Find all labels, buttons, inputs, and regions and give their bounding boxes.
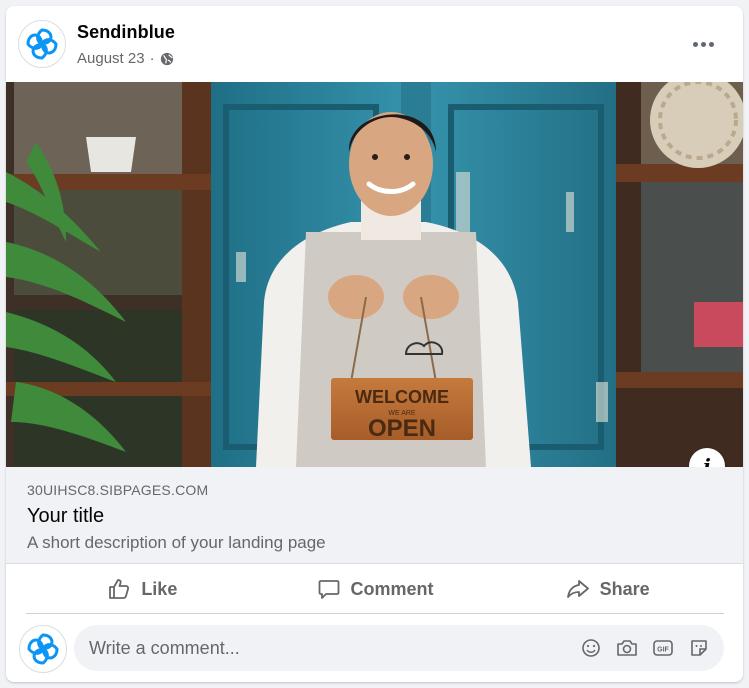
- smiley-icon[interactable]: [580, 637, 602, 659]
- post-image[interactable]: WELCOME WE ARE OPEN: [6, 82, 743, 467]
- author-name[interactable]: Sendinblue: [77, 22, 175, 43]
- ellipsis-icon: [708, 41, 714, 47]
- more-options-button[interactable]: [685, 32, 721, 56]
- globe-icon[interactable]: [160, 52, 174, 66]
- sendinblue-logo-icon: [27, 633, 59, 665]
- post-date[interactable]: August 23: [77, 50, 145, 67]
- gif-icon[interactable]: GIF: [652, 637, 674, 659]
- comment-input-icons: GIF: [580, 625, 710, 671]
- post-actions: Like Comment Share: [26, 565, 724, 614]
- ellipsis-icon: [692, 41, 698, 47]
- comment-placeholder: Write a comment...: [89, 637, 240, 658]
- post-card: Sendinblue August 23 · WELCOME WE ARE OP…: [6, 6, 743, 682]
- share-label: Share: [599, 578, 650, 599]
- meta-separator: ·: [149, 50, 155, 67]
- share-arrow-icon: [566, 580, 589, 598]
- camera-icon[interactable]: [616, 637, 638, 659]
- comment-button[interactable]: Comment: [259, 565, 492, 613]
- link-description: A short description of your landing page: [27, 533, 326, 552]
- thumbs-up-icon: [109, 579, 130, 599]
- post-meta: August 23 ·: [77, 50, 174, 67]
- like-label: Like: [141, 578, 178, 599]
- sign-text-open: OPEN: [368, 415, 436, 442]
- speech-bubble-icon: [318, 580, 339, 599]
- comment-composer: Write a comment... GIF: [6, 621, 743, 677]
- post-header: Sendinblue August 23 ·: [6, 6, 743, 82]
- link-title: Your title: [27, 505, 105, 527]
- link-domain: 30UIHSC8.SIBPAGES.COM: [27, 482, 209, 498]
- svg-text:GIF: GIF: [657, 647, 669, 654]
- sign-text-welcome: WELCOME: [355, 387, 449, 407]
- sticker-icon[interactable]: [688, 637, 710, 659]
- ellipsis-icon: [700, 41, 706, 47]
- link-preview[interactable]: 30UIHSC8.SIBPAGES.COM Your title A short…: [6, 467, 743, 564]
- comment-label: Comment: [350, 578, 434, 599]
- author-avatar[interactable]: [18, 20, 66, 68]
- comment-input[interactable]: Write a comment... GIF: [74, 625, 724, 671]
- commenter-avatar[interactable]: [19, 625, 67, 673]
- sendinblue-logo-icon: [26, 28, 58, 60]
- shop-owner-photo: WELCOME WE ARE OPEN: [6, 82, 743, 467]
- like-button[interactable]: Like: [26, 565, 259, 613]
- share-button[interactable]: Share: [491, 565, 724, 613]
